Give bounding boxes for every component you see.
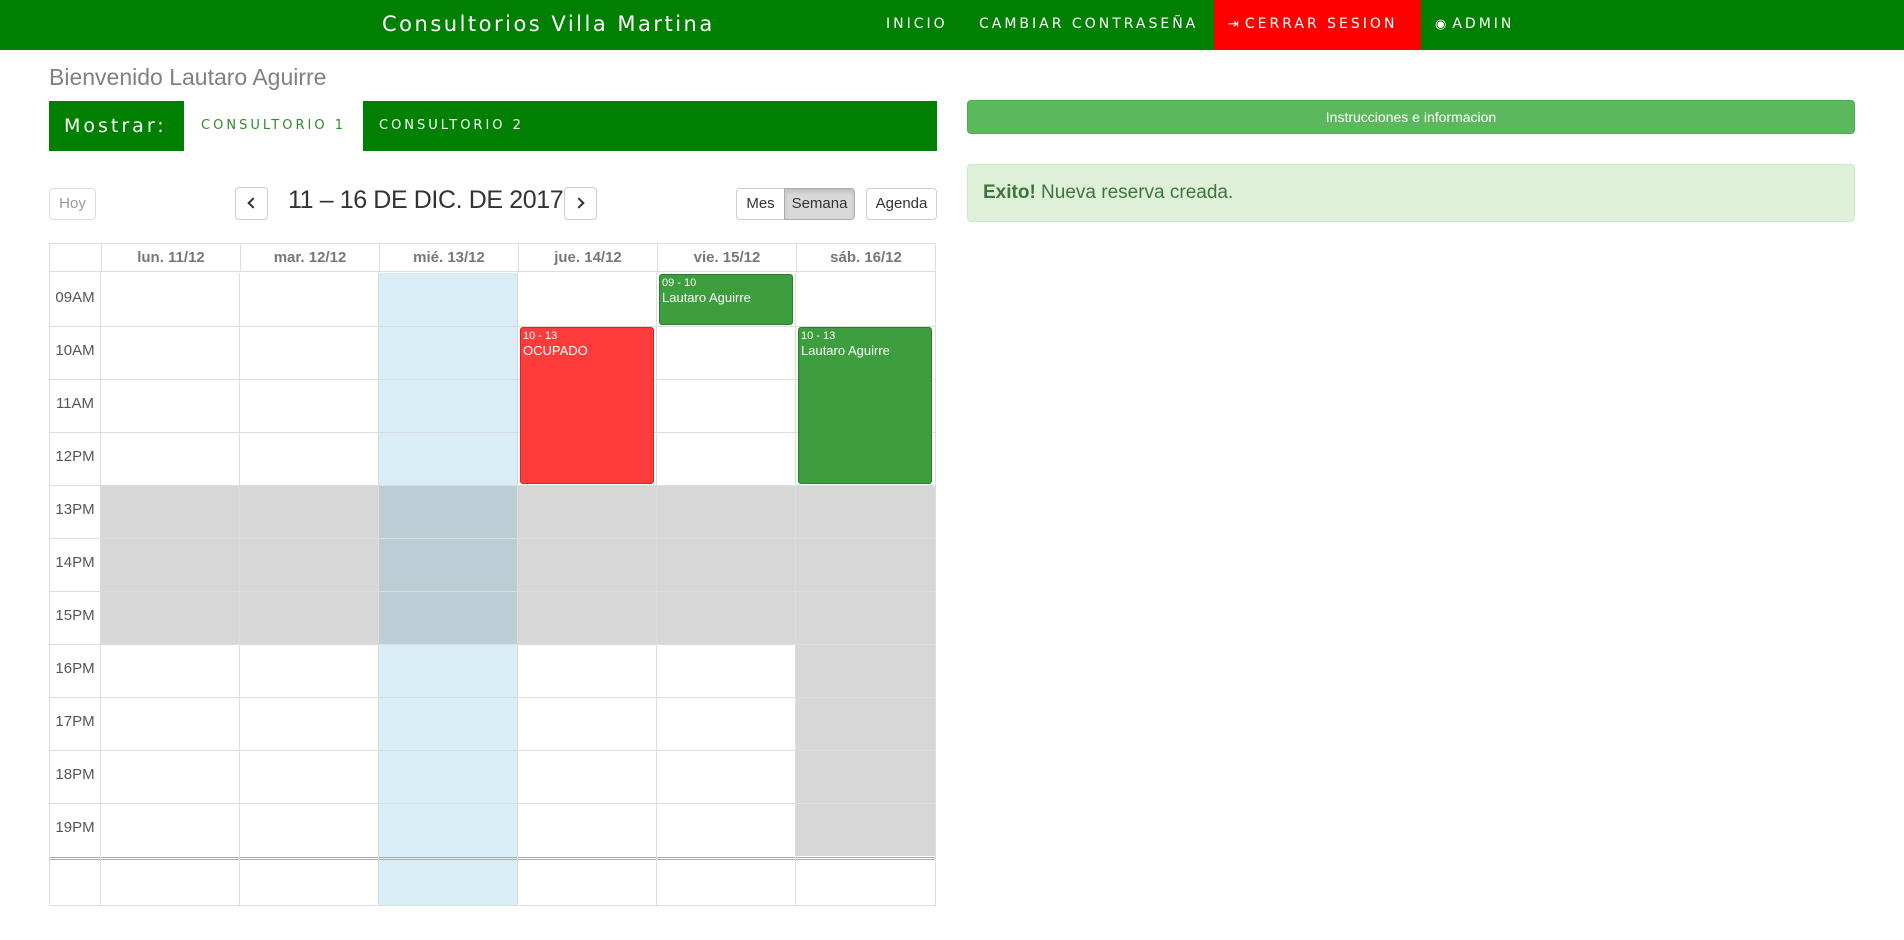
unavailable-block [240,485,379,644]
instructions-button[interactable]: Instrucciones e informacion [967,100,1855,134]
hour-divider [50,697,935,698]
time-label: 17PM [55,713,95,730]
week-range-title: 11 – 16 DE DIC. DE 2017 [288,186,564,214]
unavailable-block [518,485,657,644]
time-label: 19PM [55,819,95,836]
time-label: 16PM [55,660,95,677]
hour-divider [50,750,935,751]
hour-divider [50,591,935,592]
logout-icon: ⇥ [1228,17,1239,32]
time-label: 13PM [55,501,95,518]
day-divider [656,273,657,905]
alert-message: Nueva reserva creada. [1035,182,1234,203]
tab-consultorio-1[interactable]: CONSULTORIO 1 [184,101,363,151]
hour-divider [50,485,935,486]
time-label: 15PM [55,607,95,624]
unavailable-block [379,485,518,644]
unavailable-block [101,485,240,644]
event-title: OCUPADO [523,343,588,358]
nav-cambiar-contrasena[interactable]: CAMBIAR CONTRASEÑA [979,0,1198,50]
day-header: mar. 12/12 [240,244,379,272]
day-header: sáb. 16/12 [796,244,935,272]
calendar-event[interactable]: 10 - 13 Lautaro Aguirre [798,327,932,484]
event-time: 10 - 13 [801,330,836,342]
chevron-right-icon [573,197,585,209]
unavailable-block [657,485,796,644]
brand-title[interactable]: Consultorios Villa Martina [382,0,715,50]
calendar-event[interactable]: 09 - 10 Lautaro Aguirre [659,274,793,325]
time-label: 14PM [55,554,95,571]
view-month-button[interactable]: Mes [736,188,785,220]
welcome-heading: Bienvenido Lautaro Aguirre [49,64,327,90]
hour-divider [50,538,935,539]
week-calendar: lun. 11/12 mar. 12/12 mié. 13/12 jue. 14/12… [49,243,936,906]
hour-divider [50,644,935,645]
nav-admin-label: ADMIN [1452,16,1515,32]
nav-admin[interactable]: ◉ ADMIN [1435,0,1514,50]
time-label: 18PM [55,766,95,783]
calendar-footer-divider [50,857,935,860]
nav-inicio[interactable]: INICIO [886,0,948,50]
calendar-header: lun. 11/12 mar. 12/12 mié. 13/12 jue. 14/12… [50,244,935,272]
unavailable-block [796,485,935,644]
prev-week-button[interactable] [235,187,268,220]
event-title: Lautaro Aguirre [801,343,890,358]
consultorio-selector: Mostrar: CONSULTORIO 1 CONSULTORIO 2 [49,101,937,151]
calendar-event[interactable]: 10 - 13 OCUPADO [520,327,654,484]
time-label: 11AM [55,395,95,412]
event-time: 10 - 13 [523,330,558,342]
nav-cerrar-sesion-label: CERRAR SESION [1244,16,1398,32]
next-week-button[interactable] [564,187,597,220]
day-header: mié. 13/12 [379,244,518,272]
alert-strong: Exito! [983,182,1036,203]
time-label: 10AM [55,342,95,359]
chevron-left-icon [247,197,259,209]
view-week-button[interactable]: Semana [784,188,855,220]
day-divider [378,273,379,905]
nav-cerrar-sesion[interactable]: ⇥ CERRAR SESION [1214,0,1421,50]
event-time: 09 - 10 [662,277,697,289]
time-label: 09AM [55,289,95,306]
today-button[interactable]: Hoy [49,188,96,220]
mostrar-label: Mostrar: [64,115,167,137]
day-divider [517,273,518,905]
eye-icon: ◉ [1435,17,1447,32]
day-divider [100,273,101,905]
day-header: jue. 14/12 [518,244,657,272]
time-label: 12PM [55,448,95,465]
event-title: Lautaro Aguirre [662,290,751,305]
view-agenda-button[interactable]: Agenda [866,188,937,220]
day-divider [795,273,796,905]
day-header: lun. 11/12 [101,244,240,272]
day-divider [239,273,240,905]
day-header: vie. 15/12 [657,244,796,272]
success-alert: Exito! Nueva reserva creada. [967,164,1855,222]
tab-consultorio-2[interactable]: CONSULTORIO 2 [379,101,524,151]
hour-divider [50,803,935,804]
top-navbar: Consultorios Villa Martina INICIO CAMBIA… [0,0,1904,50]
